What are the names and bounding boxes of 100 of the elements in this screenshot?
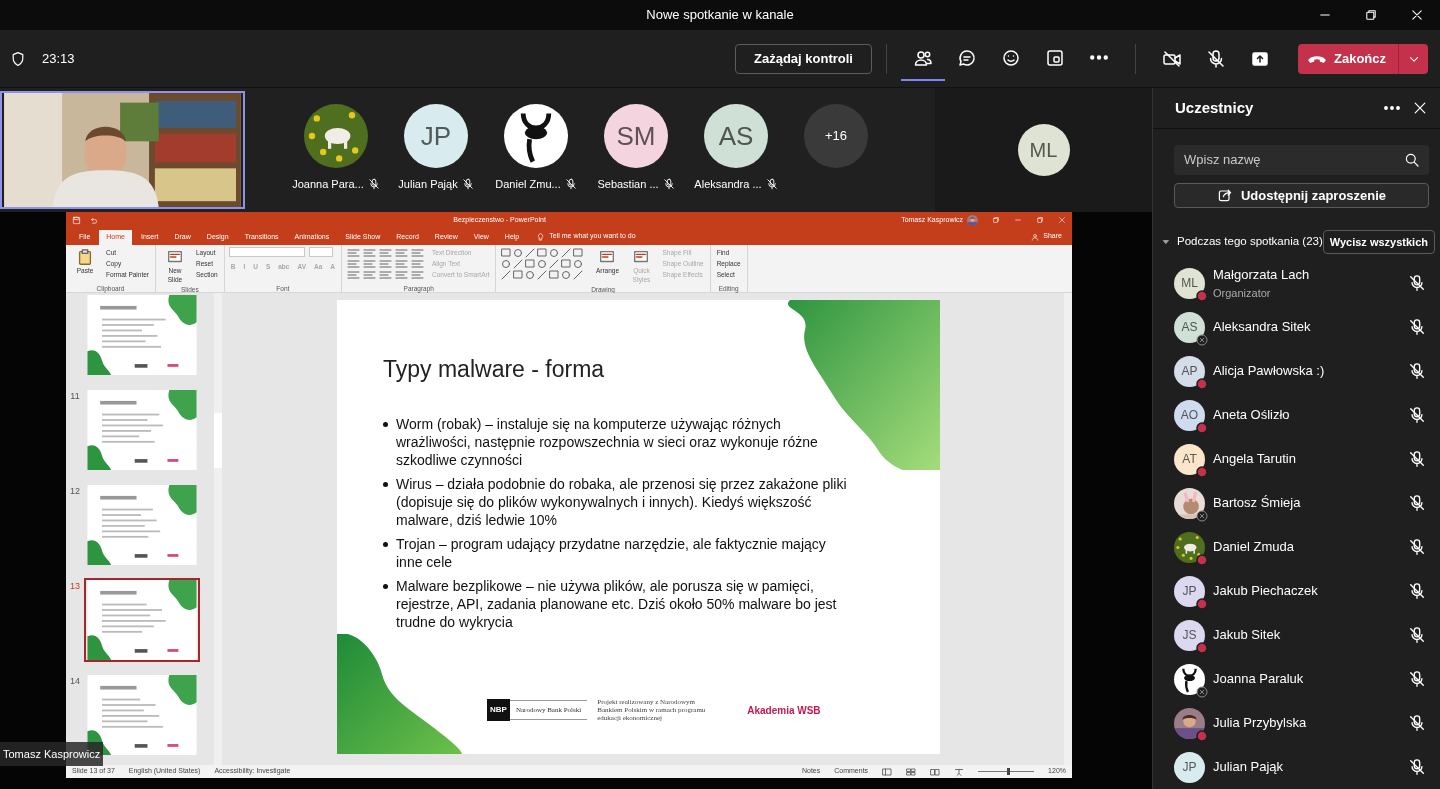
sorter-view-icon[interactable]	[906, 766, 917, 777]
avatar: JP	[404, 104, 468, 168]
mic-off-icon[interactable]	[1206, 48, 1226, 69]
school-name: Akademia WSB	[747, 703, 821, 718]
invite-button[interactable]: Udostępnij zaproszenie	[1174, 182, 1429, 208]
presenter-name: Tomasz Kasprowicz	[0, 741, 104, 766]
slide-thumbnail[interactable]	[84, 483, 200, 567]
participant-name: Małgorzata Lach	[1213, 266, 1311, 284]
participant-name: Joanna Para...	[292, 177, 364, 192]
participant-name: Aleksandra ...	[694, 177, 762, 192]
person-icon	[1031, 232, 1040, 241]
mic-off-icon[interactable]	[1408, 538, 1426, 556]
share-icon	[1216, 187, 1233, 204]
avatar: JS	[1174, 619, 1205, 651]
avatar: AO	[1174, 399, 1205, 431]
slide-thumbnail[interactable]	[84, 578, 200, 662]
avatar: AS	[1174, 311, 1205, 343]
scrollbar[interactable]	[214, 293, 222, 765]
save-icon	[72, 215, 81, 225]
slide-thumbnail[interactable]	[84, 388, 200, 472]
bullet-text: Wirus – działa podobnie do robaka, ale przenosi się przez zakażone pliki (dopisuje się do plików wykonywalnych i innych). Kiedyś większość malware, dziś ledwie 10%	[396, 474, 848, 529]
phone-icon	[1308, 54, 1326, 63]
mic-off-icon[interactable]	[1408, 406, 1426, 424]
section-label[interactable]: Podczas tego spotkania (23)	[1177, 233, 1323, 251]
mute-all-button[interactable]: Wycisz wszystkich	[1322, 230, 1435, 254]
participant-name: Sebastian ...	[597, 177, 659, 192]
logo-mark: NBP	[487, 699, 510, 721]
avatar: SM	[604, 104, 668, 168]
lightbulb-icon	[536, 232, 546, 241]
normal-view-icon[interactable]	[882, 766, 893, 777]
undo-icon	[89, 215, 98, 225]
participant-name: Jakub Piechaczek	[1213, 582, 1319, 601]
mic-off-icon[interactable]	[1408, 274, 1426, 292]
slide-number: 13	[69, 580, 81, 593]
bullet-dot	[383, 481, 388, 487]
request-control-button[interactable]: Zażądaj kontroli	[735, 43, 872, 74]
avatar: AS	[704, 104, 768, 168]
bullet-text: Trojan – program udający przydatne narzędzie, ale faktycznie mający inne cele	[396, 534, 827, 571]
avatar: ML	[1017, 124, 1070, 176]
book-view-icon[interactable]	[930, 766, 941, 777]
search-field[interactable]: Wpisz nazwę	[1174, 144, 1429, 175]
slide-number: 11	[69, 390, 81, 403]
avatar: JP	[1174, 751, 1205, 783]
dropdown-button[interactable]	[1398, 43, 1428, 74]
avatar: AT	[1174, 443, 1205, 475]
more-icon[interactable]	[1384, 105, 1400, 110]
close-icon[interactable]	[1410, 8, 1424, 22]
projector-icon[interactable]	[954, 766, 965, 777]
avatar: AP	[1174, 355, 1205, 387]
mic-off-icon[interactable]	[1408, 362, 1426, 380]
mic-off-icon[interactable]	[1408, 582, 1426, 600]
participant-name: Daniel Zmuda	[1213, 538, 1295, 557]
participant-name: Jakub Sitek	[1213, 626, 1282, 645]
font-field[interactable]	[228, 247, 305, 257]
more-participants-button[interactable]: +16	[804, 104, 868, 168]
avatar: ML	[1174, 267, 1205, 299]
avatar: JP	[1174, 575, 1205, 607]
slide-number: 12	[69, 485, 81, 498]
participant-name: Julian Pająk	[1213, 758, 1285, 777]
mic-off-icon[interactable]	[1408, 494, 1426, 512]
camera-off-icon[interactable]	[1162, 48, 1182, 69]
mic-off-icon[interactable]	[1408, 758, 1426, 776]
participant-name: Daniel Zmu...	[495, 177, 561, 192]
mic-off-icon[interactable]	[1408, 714, 1426, 732]
participant-name: Aleksandra Sitek	[1213, 318, 1312, 337]
window-title: Nowe spotkanie w kanale	[646, 6, 794, 25]
bullet-text: Malware bezplikowe – nie używa plików, ale porusza się w pamięci, rejestrze, API, zadania planowane etc. Dziś około 50% malware bo jest trudne do wykrycia	[396, 576, 838, 631]
smiley-icon	[1001, 47, 1021, 68]
participant-role: Organizator	[1213, 285, 1272, 301]
bullet-dot	[383, 421, 388, 427]
participant-name: Joanna Paraluk	[1213, 670, 1305, 689]
bullet-dot	[383, 541, 388, 547]
participant-name: Julia Przybylska	[1213, 714, 1308, 733]
panel-title: Uczestnicy	[1175, 97, 1254, 118]
mic-off-icon[interactable]	[1408, 450, 1426, 468]
participant-name: Aneta Oślizło	[1213, 406, 1291, 425]
bullet-dot	[383, 583, 388, 589]
mic-off-icon[interactable]	[1408, 626, 1426, 644]
slide-title: Typy malware - forma	[383, 355, 606, 384]
restore-icon[interactable]	[1364, 8, 1378, 22]
participant-name: Alicja Pawłowska :)	[1213, 362, 1326, 381]
participant-name: Julian Pająk	[398, 177, 458, 192]
squares-icon	[1045, 47, 1065, 68]
bullet-text: Worm (robak) – instaluje się na komputerze używając różnych wrażliwości, następnie rozpowszechnia w sieci oraz wykonuje różne szkodliwe czynności	[396, 414, 819, 469]
leave-button[interactable]: Zakończ	[1298, 43, 1398, 74]
chat-icon	[957, 47, 977, 68]
participant-name: Bartosz Śmieja	[1213, 494, 1302, 513]
font-field[interactable]	[308, 247, 333, 257]
mic-off-icon[interactable]	[1408, 318, 1426, 336]
shield-icon	[10, 50, 26, 67]
timer: 23:13	[42, 49, 75, 68]
zoom-slider[interactable]	[1007, 768, 1011, 775]
caret-down-icon[interactable]	[1161, 237, 1171, 247]
mic-off-icon[interactable]	[1408, 670, 1426, 688]
search-icon	[1404, 151, 1420, 168]
more-icon	[1090, 55, 1108, 60]
slide-thumbnail[interactable]	[84, 293, 200, 377]
scrollbar[interactable]	[1064, 293, 1072, 765]
clipboard-icon	[76, 248, 94, 266]
participant-name: Angela Tarutin	[1213, 450, 1297, 469]
